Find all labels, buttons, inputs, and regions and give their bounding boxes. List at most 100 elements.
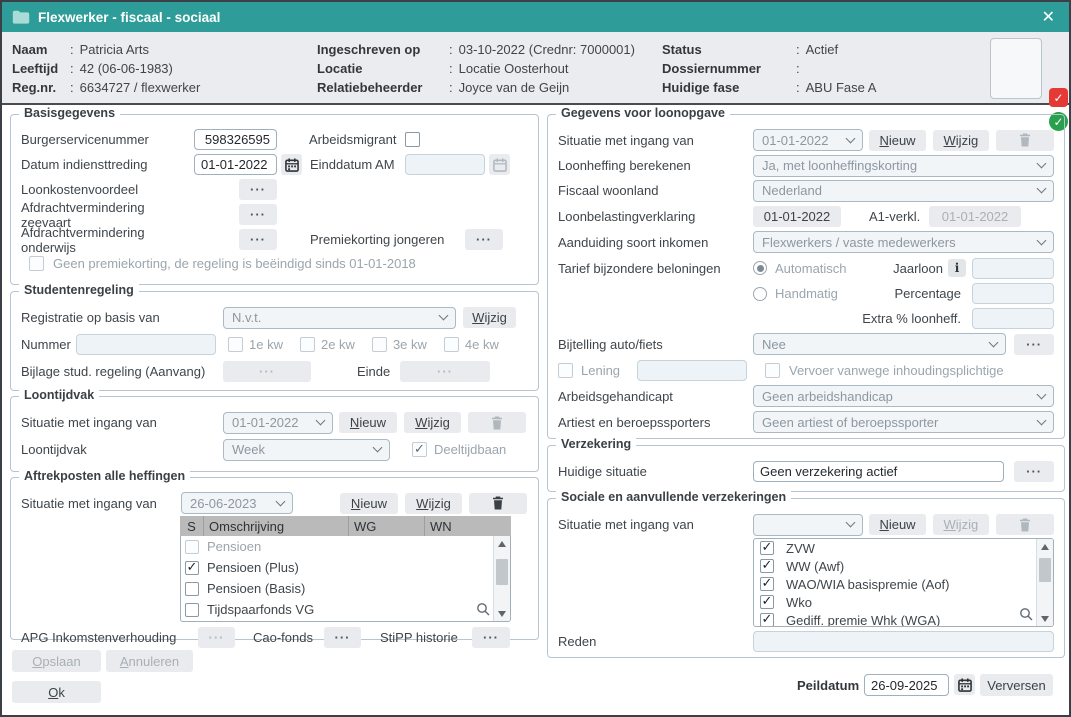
list-item[interactable]: WAO/WIA basispremie (Aof) [754, 575, 1036, 593]
group-title: Basisgegevens [19, 106, 120, 120]
aftrek-scrollbar[interactable] [493, 536, 510, 621]
aftrek-nieuw-button[interactable]: Nieuw [340, 493, 398, 514]
sociale-wijzig-button[interactable]: Wijzig [933, 514, 989, 535]
reden-input[interactable] [753, 631, 1054, 652]
deeltijdbaan-checkbox[interactable] [412, 442, 427, 457]
list-item[interactable]: Gediff. premie Whk (WGA) [754, 611, 1036, 626]
sociale-nieuw-button[interactable]: Nieuw [869, 514, 925, 535]
kw4-checkbox[interactable] [444, 337, 459, 352]
lening-checkbox[interactable] [558, 363, 573, 378]
kw1-checkbox[interactable] [228, 337, 243, 352]
magnifier-icon[interactable] [476, 602, 490, 619]
scroll-up-icon[interactable] [1037, 539, 1053, 554]
pensioen-plus-checkbox[interactable] [185, 561, 199, 575]
table-row[interactable]: Pensioen [181, 536, 493, 557]
loontijdvak-situatie-select[interactable]: 01-01-2022 [223, 412, 333, 434]
list-item[interactable]: WW (Awf) [754, 557, 1036, 575]
loontijdvak-select[interactable]: Week [223, 439, 390, 461]
nummer-input[interactable] [76, 334, 216, 355]
list-item[interactable]: ZVW [754, 539, 1036, 557]
loontijdvak-delete-icon[interactable] [468, 412, 526, 433]
geen-premiekorting-checkbox[interactable] [29, 256, 44, 271]
scroll-up-icon[interactable] [494, 536, 510, 551]
soort-inkomen-select[interactable]: Flexwerkers / vaste medewerkers [753, 231, 1054, 253]
zeevaart-ellipsis-button[interactable]: ··· [239, 204, 277, 225]
red-check-badge[interactable]: ✓ [1049, 88, 1068, 107]
premiekorting-ellipsis-button[interactable]: ··· [465, 229, 503, 250]
fiscaal-woonland-select[interactable]: Nederland [753, 180, 1054, 202]
loonkostenvoordeel-ellipsis-button[interactable]: ··· [239, 179, 277, 200]
loontijdvak-nieuw-button[interactable]: Nieuw [339, 412, 397, 433]
handmatig-radio[interactable] [753, 287, 767, 301]
calendar-icon[interactable] [281, 154, 302, 175]
aftrek-delete-icon[interactable] [469, 493, 527, 514]
datum-indiensttreding-input[interactable] [194, 154, 277, 175]
automatisch-radio[interactable] [753, 261, 767, 275]
sociale-scrollbar[interactable] [1036, 539, 1053, 626]
jaarloon-input[interactable] [972, 258, 1054, 279]
pensioen-basis-checkbox[interactable] [185, 582, 199, 596]
arbeidsgehandicapt-select[interactable]: Geen arbeidshandicap [753, 385, 1054, 407]
artiest-select[interactable]: Geen artiest of beroepssporter [753, 411, 1054, 433]
table-row[interactable]: Tijdspaarfonds VG [181, 599, 493, 620]
loonbelastingverklaring-date-button[interactable]: 01-01-2022 [753, 206, 841, 227]
kw2-checkbox[interactable] [300, 337, 315, 352]
scrollbar-thumb[interactable] [496, 559, 508, 585]
onderwijs-ellipsis-button[interactable]: ··· [239, 229, 277, 250]
arbeidsmigrant-checkbox[interactable] [405, 132, 420, 147]
scroll-down-icon[interactable] [494, 606, 510, 621]
info-icon[interactable]: i [948, 259, 966, 277]
table-row[interactable]: Pensioen (Basis) [181, 578, 493, 599]
loonopgave-wijzig-button[interactable]: Wijzig [933, 130, 989, 151]
tijdspaarfonds-checkbox[interactable] [185, 603, 199, 617]
loonopgave-situatie-select[interactable]: 01-01-2022 [753, 129, 863, 151]
vervoer-checkbox[interactable] [765, 363, 780, 378]
loonheffing-select[interactable]: Ja, met loonheffingskorting [753, 155, 1054, 177]
apg-ellipsis-button[interactable]: ··· [198, 627, 235, 648]
percentage-input[interactable] [972, 283, 1054, 304]
loonopgave-delete-icon[interactable] [996, 130, 1054, 151]
scroll-down-icon[interactable] [1037, 611, 1053, 626]
aftrek-wijzig-button[interactable]: Wijzig [405, 493, 462, 514]
peildatum-calendar-icon[interactable] [954, 674, 975, 695]
a1-verklaring-date-button[interactable]: 01-01-2022 [929, 206, 1021, 227]
extra-loonheffing-input[interactable] [972, 308, 1054, 329]
stipp-ellipsis-button[interactable]: ··· [472, 627, 510, 648]
wko-checkbox[interactable] [760, 595, 774, 609]
list-item[interactable]: Wko [754, 593, 1036, 611]
zvw-checkbox[interactable] [760, 541, 774, 555]
geen-premiekorting-label: Geen premiekorting, de regeling is beëin… [53, 256, 416, 271]
cao-fonds-ellipsis-button[interactable]: ··· [324, 627, 361, 648]
bijlage-einde-ellipsis-button[interactable]: ··· [400, 361, 490, 382]
loontijdvak-wijzig-button[interactable]: Wijzig [404, 412, 461, 433]
annuleren-button[interactable]: Annuleren [106, 650, 193, 672]
ww-awf-checkbox[interactable] [760, 559, 774, 573]
opslaan-button[interactable]: Opslaan [12, 650, 101, 672]
einddatum-am-input[interactable] [405, 154, 485, 175]
verversen-button[interactable]: Verversen [980, 674, 1053, 696]
sociale-situatie-select[interactable] [753, 514, 863, 536]
lening-input[interactable] [637, 360, 747, 381]
pensioen-checkbox[interactable] [185, 540, 199, 554]
calendar-icon-disabled[interactable] [489, 154, 510, 175]
ok-button[interactable]: Ok [12, 681, 101, 703]
bsn-input[interactable] [194, 129, 277, 150]
bijtelling-ellipsis-button[interactable]: ··· [1014, 334, 1054, 355]
bijlage-aanvang-ellipsis-button[interactable]: ··· [223, 361, 311, 382]
huidige-situatie-input[interactable] [753, 461, 1004, 482]
peildatum-input[interactable] [864, 674, 949, 696]
close-icon[interactable]: ✕ [1038, 7, 1059, 27]
wao-wia-checkbox[interactable] [760, 577, 774, 591]
verzekering-ellipsis-button[interactable]: ··· [1014, 461, 1054, 482]
kw3-checkbox[interactable] [372, 337, 387, 352]
studentenregeling-wijzig-button[interactable]: Wijzig [463, 307, 516, 328]
sociale-delete-icon[interactable] [996, 514, 1054, 535]
aftrek-situatie-select[interactable]: 26-06-2023 [181, 492, 293, 514]
scrollbar-thumb[interactable] [1039, 558, 1051, 582]
table-row[interactable]: Pensioen (Plus) [181, 557, 493, 578]
loonopgave-nieuw-button[interactable]: Nieuw [869, 130, 925, 151]
magnifier-icon[interactable] [1019, 607, 1033, 624]
registratie-select[interactable]: N.v.t. [223, 307, 456, 329]
gediff-whk-checkbox[interactable] [760, 613, 774, 626]
bijtelling-select[interactable]: Nee [753, 333, 1006, 355]
